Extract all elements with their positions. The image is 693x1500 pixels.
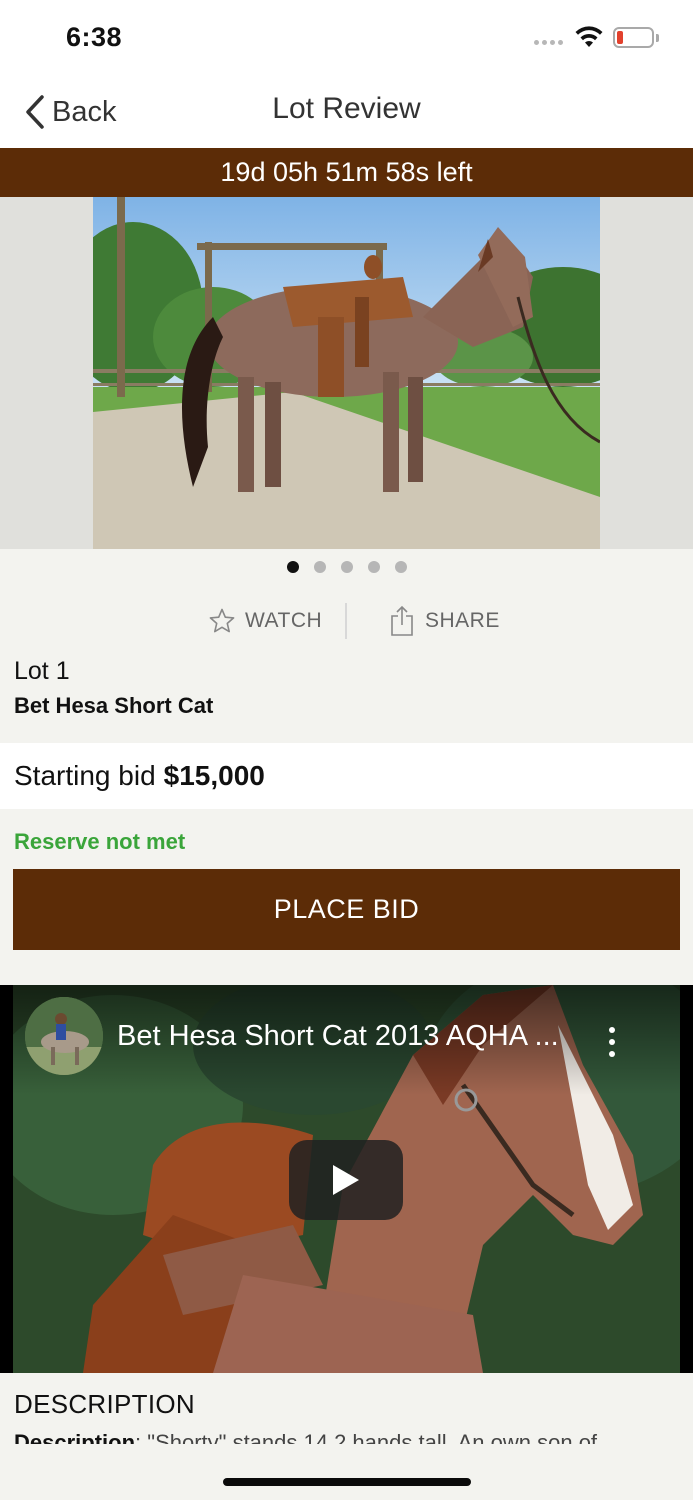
- reserve-status: Reserve not met: [14, 829, 186, 854]
- star-outline-icon: [209, 608, 235, 633]
- video-player[interactable]: Bet Hesa Short Cat 2013 AQHA ...: [13, 985, 680, 1373]
- gallery-pager[interactable]: [287, 561, 407, 573]
- video-title[interactable]: Bet Hesa Short Cat 2013 AQHA ...: [117, 1020, 559, 1053]
- back-label: Back: [52, 95, 117, 128]
- share-label: SHARE: [425, 609, 500, 632]
- pager-dot[interactable]: [368, 561, 380, 573]
- chevron-left-icon: [26, 95, 44, 129]
- pager-dot[interactable]: [395, 561, 407, 573]
- play-button[interactable]: [289, 1140, 403, 1220]
- lot-name: Bet Hesa Short Cat: [14, 693, 214, 718]
- description-heading: DESCRIPTION: [14, 1389, 195, 1419]
- starting-bid-amount: $15,000: [163, 760, 265, 791]
- pager-dot[interactable]: [341, 561, 353, 573]
- battery-low-icon: [613, 27, 654, 48]
- lot-actions: WATCH SHARE: [0, 603, 693, 639]
- share-button[interactable]: SHARE: [390, 603, 500, 639]
- wifi-icon: [574, 26, 604, 53]
- home-indicator[interactable]: [223, 1478, 471, 1486]
- pager-dot-active[interactable]: [287, 561, 299, 573]
- time-left-banner: 19d 05h 51m 58s left: [0, 148, 693, 197]
- battery-cap: [656, 34, 659, 42]
- place-bid-button[interactable]: PLACE BID: [13, 869, 680, 950]
- watch-button[interactable]: WATCH: [208, 603, 322, 639]
- status-bar: 6:38: [0, 0, 693, 74]
- more-vertical-icon[interactable]: [605, 1027, 619, 1057]
- navigation-bar: Back Lot Review: [0, 74, 693, 148]
- starting-bid-label: Starting bid: [14, 760, 156, 791]
- horse-photo[interactable]: [93, 197, 600, 549]
- play-icon: [333, 1165, 359, 1195]
- description-label: Description: [14, 1430, 136, 1444]
- watch-label: WATCH: [245, 609, 323, 632]
- pager-dot[interactable]: [314, 561, 326, 573]
- photo-gallery[interactable]: [0, 197, 693, 549]
- action-divider: [345, 603, 347, 639]
- description-preview: Description: "Shorty" stands 14.2 hands …: [14, 1430, 679, 1444]
- lot-number: Lot 1: [14, 657, 70, 685]
- description-text: : "Shorty" stands 14.2 hands tall. An ow…: [135, 1430, 598, 1444]
- video-letterbox-left: [0, 985, 13, 1373]
- share-icon: [391, 605, 413, 636]
- cellular-signal-icon: [534, 40, 563, 45]
- status-time: 6:38: [66, 22, 123, 52]
- starting-bid-row: Starting bid $15,000: [0, 743, 693, 809]
- channel-avatar[interactable]: [25, 997, 103, 1075]
- back-button[interactable]: Back: [24, 92, 116, 132]
- video-letterbox-right: [680, 985, 693, 1373]
